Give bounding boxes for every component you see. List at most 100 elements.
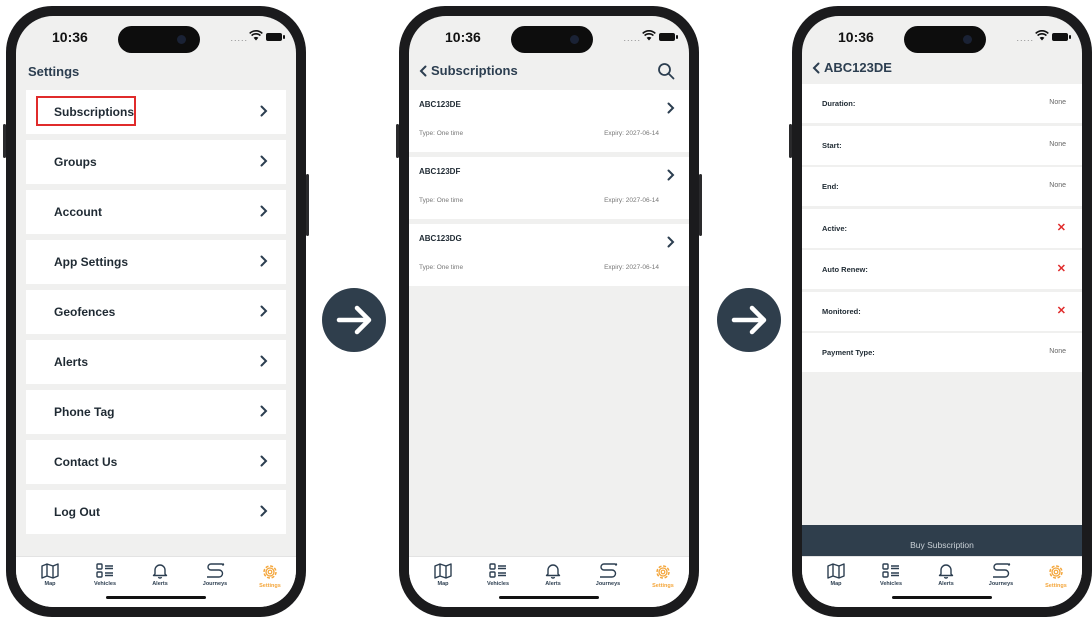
home-indicator [106, 596, 206, 599]
bell-icon [152, 564, 168, 579]
settings-item-account[interactable]: Account [26, 190, 286, 234]
battery-icon [266, 33, 285, 41]
arrow-right-icon [731, 305, 767, 335]
vehicles-icon [96, 563, 113, 578]
chevron-right-icon [260, 255, 268, 267]
page-title: ABC123DE [824, 60, 892, 75]
signal-icon: ..... [230, 33, 248, 43]
tab-journeys[interactable]: Journeys [193, 563, 237, 587]
detail-label: Payment Type: [822, 348, 875, 357]
settings-list: Subscriptions Groups Account App Setting… [26, 90, 286, 540]
tab-settings[interactable]: Settings [248, 563, 292, 589]
subscription-type: Type: One time [419, 264, 464, 271]
detail-value: None [1049, 99, 1066, 106]
tab-vehicles[interactable]: Vehicles [476, 563, 520, 587]
back-button[interactable]: Subscriptions [419, 63, 518, 78]
phone-subscription-detail: 10:36 ..... ABC123DE Duration: None Star… [789, 6, 1092, 617]
settings-item-label: Account [54, 205, 102, 219]
tab-settings[interactable]: Settings [641, 563, 685, 589]
map-icon [41, 563, 59, 579]
settings-item-groups[interactable]: Groups [26, 140, 286, 184]
settings-item-app-settings[interactable]: App Settings [26, 240, 286, 284]
phone-subscriptions: 10:36 ..... Subscriptions ABC123DE Type:… [396, 6, 702, 617]
tab-bar: Map Vehicles Alerts Journeys Settings [409, 556, 689, 607]
tab-label: Settings [652, 583, 674, 589]
tab-map[interactable]: Map [421, 563, 465, 587]
detail-label: Active: [822, 223, 848, 233]
tab-label: Journeys [988, 581, 1014, 587]
chevron-right-icon [260, 355, 268, 367]
nav-bar: Subscriptions [409, 60, 689, 84]
settings-item-label: Groups [54, 155, 97, 169]
search-icon[interactable] [657, 62, 675, 80]
gear-icon [263, 565, 277, 579]
status-bar: 10:36 ..... [16, 16, 296, 60]
detail-row-monitored: Monitored: ✕ [802, 291, 1082, 331]
chevron-right-icon [260, 505, 268, 517]
tab-map[interactable]: Map [28, 563, 72, 587]
settings-item-label: Phone Tag [54, 405, 115, 419]
detail-label: Start: [822, 140, 842, 150]
tab-label: Vehicles [879, 581, 903, 587]
chevron-right-icon [667, 169, 675, 181]
tab-label: Alerts [938, 581, 954, 587]
chevron-right-icon [260, 205, 268, 217]
tab-label: Vehicles [486, 581, 510, 587]
settings-item-subscriptions[interactable]: Subscriptions [26, 90, 286, 134]
tab-label: Settings [1045, 583, 1067, 589]
tab-alerts[interactable]: Alerts [531, 563, 575, 587]
detail-row-duration: Duration: None [802, 84, 1082, 123]
detail-row-active: Active: ✕ [802, 208, 1082, 248]
tab-label: Map [830, 581, 842, 587]
tab-bar: Map Vehicles Alerts Journeys Settings [802, 556, 1082, 607]
settings-item-log-out[interactable]: Log Out [26, 490, 286, 534]
highlight-box [36, 96, 136, 126]
chevron-right-icon [260, 455, 268, 467]
next-arrow [717, 288, 781, 352]
detail-label: Auto Renew: [822, 265, 868, 274]
subscription-code: ABC123DE [419, 100, 461, 109]
detail-row-auto-renew: Auto Renew: ✕ [802, 250, 1082, 289]
tab-journeys[interactable]: Journeys [586, 563, 630, 587]
journeys-icon [600, 563, 618, 578]
tab-vehicles[interactable]: Vehicles [83, 563, 127, 587]
wifi-icon [249, 30, 263, 41]
subscription-item[interactable]: ABC123DE Type: One time Expiry: 2027-06-… [409, 90, 689, 152]
tab-vehicles[interactable]: Vehicles [869, 563, 913, 587]
chevron-left-icon [419, 65, 427, 76]
detail-label: Duration: [822, 99, 856, 108]
subscription-code: ABC123DG [419, 234, 462, 243]
page-title: Subscriptions [431, 63, 518, 78]
home-indicator [499, 596, 599, 599]
status-time: 10:36 [52, 29, 88, 45]
chevron-right-icon [260, 105, 268, 117]
signal-icon: ..... [623, 33, 641, 43]
settings-item-phone-tag[interactable]: Phone Tag [26, 390, 286, 434]
tab-journeys[interactable]: Journeys [979, 563, 1023, 587]
journeys-icon [993, 563, 1011, 578]
back-button[interactable]: ABC123DE [812, 60, 892, 75]
tab-settings[interactable]: Settings [1034, 563, 1078, 589]
tab-alerts[interactable]: Alerts [924, 563, 968, 587]
settings-item-contact-us[interactable]: Contact Us [26, 440, 286, 484]
tab-alerts[interactable]: Alerts [138, 563, 182, 587]
settings-item-label: Alerts [54, 355, 89, 369]
bell-icon [545, 564, 561, 579]
subscription-item[interactable]: ABC123DG Type: One time Expiry: 2027-06-… [409, 224, 689, 286]
chevron-right-icon [260, 405, 268, 417]
detail-value: None [1049, 182, 1066, 189]
vehicles-icon [489, 563, 506, 578]
tab-map[interactable]: Map [814, 563, 858, 587]
detail-value: None [1049, 348, 1066, 355]
settings-item-alerts[interactable]: Alerts [26, 340, 286, 384]
battery-icon [1052, 33, 1071, 41]
subscription-item[interactable]: ABC123DF Type: One time Expiry: 2027-06-… [409, 157, 689, 219]
gear-icon [1049, 565, 1063, 579]
tab-label: Vehicles [93, 581, 117, 587]
settings-item-geofences[interactable]: Geofences [26, 290, 286, 334]
chevron-right-icon [260, 155, 268, 167]
detail-value: None [1049, 140, 1066, 148]
subscription-type: Type: One time [419, 130, 464, 137]
status-bar: 10:36 ..... [409, 16, 689, 60]
chevron-right-icon [260, 305, 268, 317]
